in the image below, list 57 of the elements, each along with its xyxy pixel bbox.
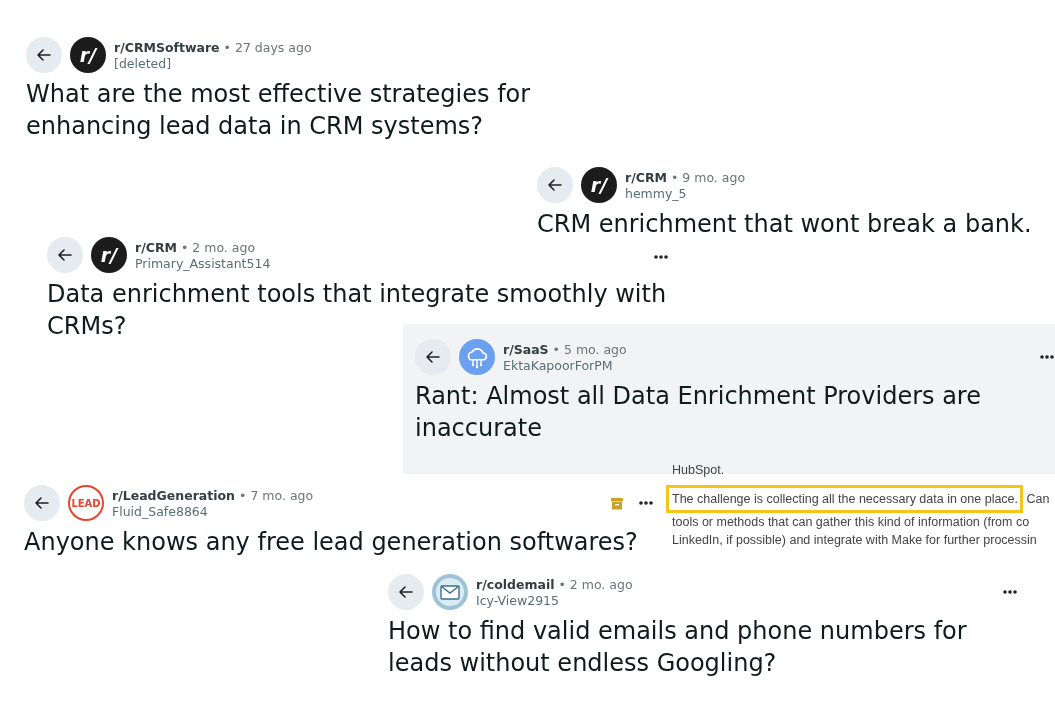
username-link[interactable]: Fluid_Safe8864 [112,503,314,519]
post-title: What are the most effective strategies for enhancing lead data in CRM systems? [26,79,532,142]
cloud-icon [459,339,495,375]
post-time: 27 days ago [235,39,312,55]
community-avatar: r/ [91,237,127,273]
subreddit-link[interactable]: r/SaaS [503,341,549,357]
subreddit-link[interactable]: r/CRM [625,169,667,185]
username-link[interactable]: EktaKapoorForPM [503,357,627,373]
post-time: 9 mo. ago [682,169,746,185]
text-line: HubSpot. [672,463,725,477]
more-icon[interactable] [1039,354,1055,360]
back-arrow-icon[interactable] [547,177,563,193]
post-time: 2 mo. ago [569,576,633,592]
back-button[interactable] [415,339,451,375]
back-button[interactable] [388,574,424,610]
text-line: tools or methods that can gather this kind of information (from co [672,515,1030,529]
community-avatar: r/ [70,37,106,73]
back-arrow-icon[interactable] [398,584,414,600]
separator-dot: • [670,169,679,185]
back-button[interactable] [47,237,83,273]
username-link[interactable]: Icy-View2915 [476,592,633,608]
community-avatar: r/ [581,167,617,203]
separator-dot: • [180,239,189,255]
envelope-icon [432,574,468,610]
text-line: Can [1025,492,1050,506]
text-line: LinkedIn, if possible) and integrate with Make for further processin [672,533,1037,547]
post-time: 2 mo. ago [192,239,256,255]
back-arrow-icon[interactable] [57,247,73,263]
post-title: How to find valid emails and phone numbers for leads without endless Googling? [388,616,968,679]
username-link[interactable]: [deleted] [114,55,312,71]
username-link[interactable]: Primary_Assistant514 [135,255,271,271]
post-title: CRM enrichment that wont break a bank. [537,209,1033,240]
highlighted-sentence: The challenge is collecting all the necessary data in one place. [666,485,1024,513]
post-title: Data enrichment tools that integrate smoothly with CRMs? [47,279,668,342]
post-title: Anyone knows any free lead generation softwares? [24,527,639,558]
separator-dot: • [552,341,560,357]
back-button[interactable] [26,37,62,73]
subreddit-link[interactable]: r/coldemail [476,576,555,592]
subreddit-link[interactable]: r/CRMSoftware [114,39,220,55]
subreddit-link[interactable]: r/CRM [135,239,177,255]
subreddit-link[interactable]: r/LeadGeneration [112,487,236,503]
post-title: Rant: Almost all Data Enrichment Providers are inaccurate [415,381,982,444]
back-button[interactable] [537,167,573,203]
back-arrow-icon[interactable] [36,47,52,63]
more-icon[interactable] [653,254,669,260]
username-link[interactable]: hemmy_5 [625,185,746,201]
community-avatar: LEAD [68,485,104,521]
separator-dot: • [223,39,231,55]
post-time: 7 mo. ago [250,487,314,503]
separator-dot: • [239,487,247,503]
separator-dot: • [558,576,566,592]
back-arrow-icon[interactable] [34,495,50,511]
more-icon[interactable] [638,500,654,506]
back-button[interactable] [24,485,60,521]
post-time: 5 mo. ago [564,341,627,357]
back-arrow-icon[interactable] [425,349,441,365]
more-icon[interactable] [1002,589,1018,595]
